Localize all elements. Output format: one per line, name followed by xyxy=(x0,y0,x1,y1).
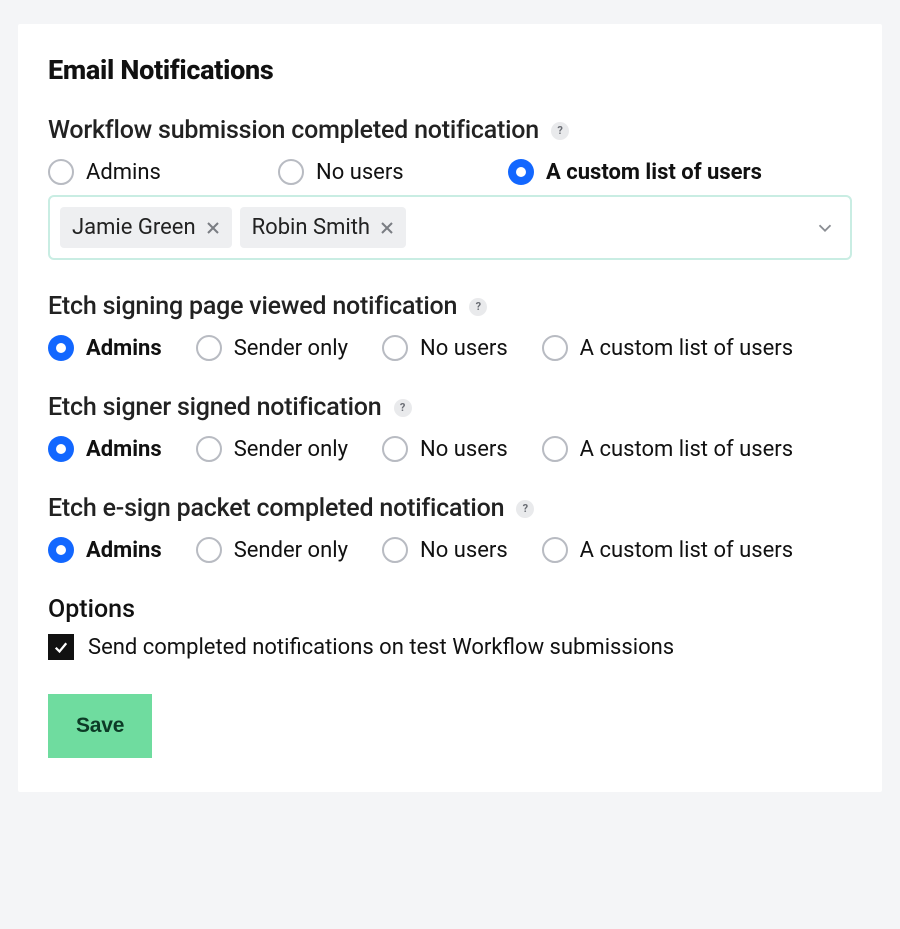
section-workflow-completed: Workflow submission completed notificati… xyxy=(48,116,852,260)
radio-sender-only[interactable]: Sender only xyxy=(196,436,348,462)
heading-text: Etch signer signed notification xyxy=(48,393,382,422)
checkbox-icon xyxy=(48,634,74,660)
chip-label: Robin Smith xyxy=(252,215,370,240)
radio-icon xyxy=(382,335,408,361)
radio-group-packet-completed: Admins Sender only No users A custom lis… xyxy=(48,537,852,563)
radio-label: Sender only xyxy=(234,437,348,462)
radio-label: Admins xyxy=(86,336,162,361)
help-icon[interactable]: ? xyxy=(469,298,487,316)
heading-text: Etch signing page viewed notification xyxy=(48,292,457,321)
section-options: Options Send completed notifications on … xyxy=(48,595,852,660)
radio-label: Sender only xyxy=(234,538,348,563)
radio-label: Sender only xyxy=(234,336,348,361)
radio-admins[interactable]: Admins xyxy=(48,537,162,563)
radio-icon xyxy=(542,537,568,563)
options-heading: Options xyxy=(48,595,852,624)
radio-label: A custom list of users xyxy=(580,437,793,462)
radio-group-signer-signed: Admins Sender only No users A custom lis… xyxy=(48,436,852,462)
chevron-down-icon[interactable] xyxy=(814,217,836,239)
settings-card: Email Notifications Workflow submission … xyxy=(18,24,882,792)
radio-label: Admins xyxy=(86,538,162,563)
save-button[interactable]: Save xyxy=(48,694,152,758)
help-icon[interactable]: ? xyxy=(551,122,569,140)
section-packet-completed: Etch e-sign packet completed notificatio… xyxy=(48,494,852,563)
radio-label: Admins xyxy=(86,437,162,462)
radio-label: No users xyxy=(316,160,404,185)
help-icon[interactable]: ? xyxy=(394,399,412,417)
radio-label: Admins xyxy=(86,160,161,185)
radio-admins[interactable]: Admins xyxy=(48,159,238,185)
checkbox-send-test[interactable]: Send completed notifications on test Wor… xyxy=(48,634,852,660)
user-chip: Robin Smith xyxy=(240,207,406,248)
radio-icon xyxy=(48,335,74,361)
radio-no-users[interactable]: No users xyxy=(382,335,508,361)
checkbox-label: Send completed notifications on test Wor… xyxy=(88,635,674,660)
radio-icon xyxy=(508,159,534,185)
section-signer-signed: Etch signer signed notification ? Admins… xyxy=(48,393,852,462)
radio-icon xyxy=(48,436,74,462)
section-heading: Etch signing page viewed notification ? xyxy=(48,292,852,321)
radio-admins[interactable]: Admins xyxy=(48,335,162,361)
radio-sender-only[interactable]: Sender only xyxy=(196,335,348,361)
radio-icon xyxy=(382,436,408,462)
radio-label: No users xyxy=(420,538,508,563)
radio-admins[interactable]: Admins xyxy=(48,436,162,462)
radio-icon xyxy=(278,159,304,185)
section-heading: Etch e-sign packet completed notificatio… xyxy=(48,494,852,523)
radio-no-users[interactable]: No users xyxy=(382,537,508,563)
radio-label: No users xyxy=(420,336,508,361)
radio-icon xyxy=(196,537,222,563)
page-title: Email Notifications xyxy=(48,54,852,86)
radio-group-workflow-completed: Admins No users A custom list of users xyxy=(48,159,852,185)
radio-icon xyxy=(542,436,568,462)
radio-custom-list[interactable]: A custom list of users xyxy=(508,159,762,185)
radio-sender-only[interactable]: Sender only xyxy=(196,537,348,563)
user-multiselect[interactable]: Jamie Green Robin Smith xyxy=(48,195,852,260)
radio-label: A custom list of users xyxy=(580,538,793,563)
user-chip: Jamie Green xyxy=(60,207,232,248)
radio-no-users[interactable]: No users xyxy=(382,436,508,462)
chip-label: Jamie Green xyxy=(72,215,196,240)
radio-icon xyxy=(196,335,222,361)
radio-label: No users xyxy=(420,437,508,462)
remove-chip-icon[interactable] xyxy=(380,221,394,235)
radio-label: A custom list of users xyxy=(546,160,762,185)
radio-icon xyxy=(48,537,74,563)
radio-icon xyxy=(542,335,568,361)
radio-custom-list[interactable]: A custom list of users xyxy=(542,335,793,361)
radio-label: A custom list of users xyxy=(580,336,793,361)
radio-icon xyxy=(382,537,408,563)
radio-icon xyxy=(48,159,74,185)
heading-text: Workflow submission completed notificati… xyxy=(48,116,539,145)
radio-no-users[interactable]: No users xyxy=(278,159,468,185)
section-signing-viewed: Etch signing page viewed notification ? … xyxy=(48,292,852,361)
radio-custom-list[interactable]: A custom list of users xyxy=(542,436,793,462)
remove-chip-icon[interactable] xyxy=(206,221,220,235)
radio-icon xyxy=(196,436,222,462)
radio-custom-list[interactable]: A custom list of users xyxy=(542,537,793,563)
radio-group-signing-viewed: Admins Sender only No users A custom lis… xyxy=(48,335,852,361)
section-heading: Etch signer signed notification ? xyxy=(48,393,852,422)
heading-text: Etch e-sign packet completed notificatio… xyxy=(48,494,504,523)
help-icon[interactable]: ? xyxy=(516,500,534,518)
section-heading: Workflow submission completed notificati… xyxy=(48,116,852,145)
